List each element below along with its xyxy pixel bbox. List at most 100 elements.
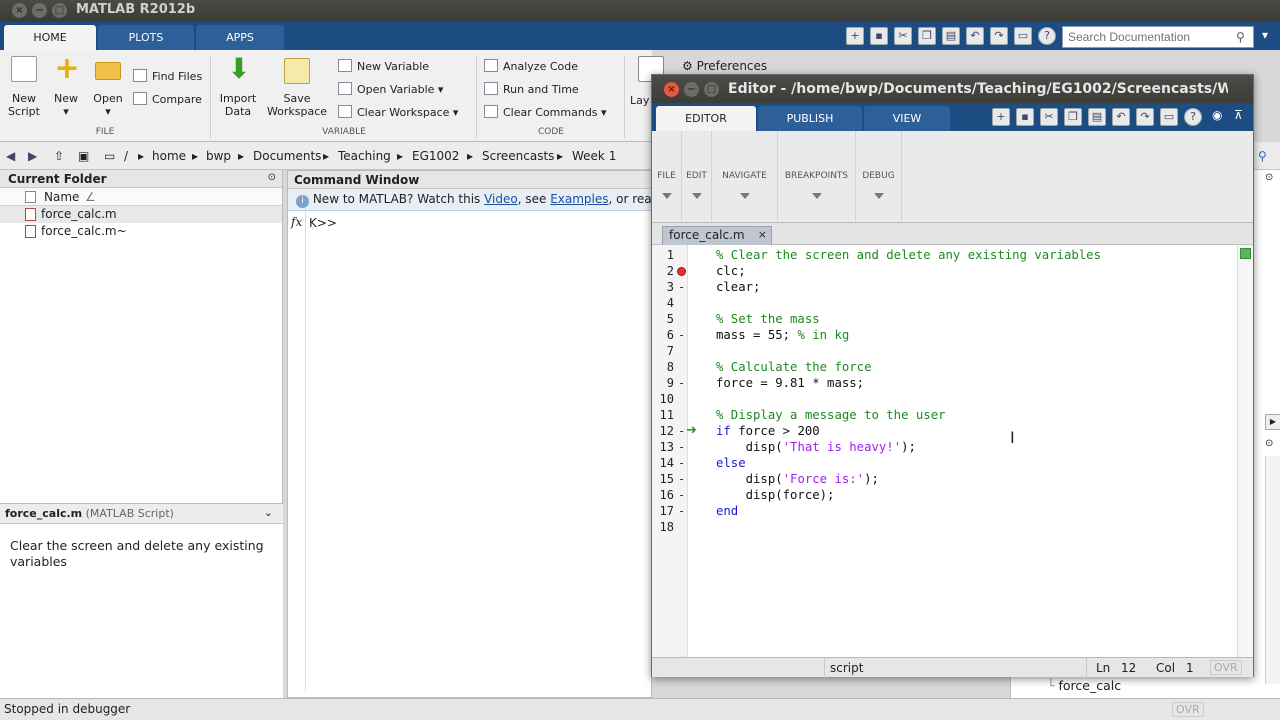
minimize-toolstrip-icon[interactable]: ▾: [1262, 28, 1280, 46]
chevron-down-icon[interactable]: ⌄: [264, 506, 273, 519]
column-header-name[interactable]: Name ∠: [0, 188, 282, 206]
code-line[interactable]: clear;: [716, 280, 760, 294]
executable-line-marker[interactable]: -: [678, 424, 685, 438]
executable-line-marker[interactable]: -: [678, 280, 685, 294]
back-arrow-icon[interactable]: ◀: [6, 149, 15, 163]
new-variable-button[interactable]: New Variable: [338, 59, 429, 73]
file-group-button[interactable]: FILE: [652, 131, 682, 221]
dock-icon[interactable]: ⊼: [1234, 108, 1243, 122]
analyzer-status-icon[interactable]: [1240, 248, 1251, 259]
tab-apps[interactable]: APPS: [196, 25, 284, 50]
breadcrumb-item[interactable]: Documents: [253, 149, 321, 163]
search-documentation-input[interactable]: [1062, 26, 1254, 48]
paste-icon[interactable]: ▤: [1088, 108, 1106, 126]
layout-button[interactable]: Lay: [630, 94, 650, 107]
examples-link[interactable]: Examples: [550, 192, 608, 206]
breadcrumb-item[interactable]: Teaching: [338, 149, 391, 163]
vertical-scrollbar[interactable]: [1265, 456, 1280, 684]
code-line[interactable]: disp(force);: [716, 488, 835, 502]
save-icon[interactable]: ▪: [1016, 108, 1034, 126]
tab-publish[interactable]: PUBLISH: [758, 106, 862, 131]
scroll-right-icon[interactable]: ▶: [1265, 414, 1280, 430]
undo-icon[interactable]: ↶: [1112, 108, 1130, 126]
copy-icon[interactable]: ❐: [918, 27, 936, 45]
forward-arrow-icon[interactable]: ▶: [28, 149, 37, 163]
breadcrumb-item[interactable]: EG1002: [412, 149, 459, 163]
redo-icon[interactable]: ↷: [1136, 108, 1154, 126]
code-line[interactable]: end: [716, 504, 738, 518]
help-icon[interactable]: ?: [1184, 108, 1202, 126]
code-line[interactable]: % Calculate the force: [716, 360, 871, 374]
edit-group-button[interactable]: EDIT: [682, 131, 712, 221]
up-folder-icon[interactable]: ⇧: [54, 149, 64, 163]
document-tab[interactable]: force_calc.m ×: [662, 226, 772, 245]
executable-line-marker[interactable]: -: [678, 328, 685, 342]
code-line[interactable]: disp('That is heavy!');: [716, 440, 916, 454]
list-item[interactable]: force_calc.m: [0, 206, 282, 223]
breakpoints-group-button[interactable]: BREAKPOINTS: [778, 131, 856, 221]
analyze-code-button[interactable]: Analyze Code: [484, 59, 578, 73]
open-variable-button[interactable]: Open Variable ▾: [338, 82, 443, 96]
clear-commands-button[interactable]: Clear Commands ▾: [484, 105, 607, 119]
breadcrumb-item[interactable]: home: [152, 149, 186, 163]
code-line[interactable]: else: [716, 456, 746, 470]
maximize-editor-icon[interactable]: □: [704, 82, 719, 97]
maximize-window-icon[interactable]: □: [52, 3, 67, 18]
debug-group-button[interactable]: DEBUG: [856, 131, 902, 221]
executable-line-marker[interactable]: -: [678, 456, 685, 470]
tab-plots[interactable]: PLOTS: [98, 25, 194, 50]
new-button[interactable]: New ▾: [48, 92, 84, 118]
browse-folder-icon[interactable]: ▣: [78, 149, 89, 163]
new-script-button[interactable]: New Script: [4, 92, 44, 118]
code-line[interactable]: % Display a message to the user: [716, 408, 946, 422]
address-search-icon[interactable]: ⚲: [1258, 149, 1267, 163]
details-header[interactable]: force_calc.m (MATLAB Script) ⌄: [0, 504, 283, 524]
clear-workspace-button[interactable]: Clear Workspace ▾: [338, 105, 458, 119]
executable-line-marker[interactable]: -: [678, 472, 685, 486]
code-line[interactable]: force = 9.81 * mass;: [716, 376, 864, 390]
panel-menu-icon[interactable]: ⊙: [1265, 438, 1273, 449]
cut-icon[interactable]: ✂: [894, 27, 912, 45]
preferences-button[interactable]: ⚙ Preferences: [682, 59, 767, 73]
minimize-editor-icon[interactable]: −: [684, 82, 699, 97]
command-area[interactable]: fx K>>: [288, 211, 651, 711]
close-tab-icon[interactable]: ×: [758, 228, 767, 241]
cut-icon[interactable]: ✂: [1040, 108, 1058, 126]
tab-view[interactable]: VIEW: [864, 106, 950, 131]
editor-title-bar[interactable]: × − □ Editor - /home/bwp/Documents/Teach…: [652, 75, 1253, 103]
close-editor-icon[interactable]: ×: [664, 82, 679, 97]
code-area[interactable]: 1 2 3 4 5 6 7 8 9 10 11 12 13 14 15 16 17 18 % Clear the …: [652, 245, 1237, 657]
workspace-tree-item[interactable]: └ force_calc: [1047, 678, 1121, 693]
open-button[interactable]: Open ▾: [88, 92, 128, 118]
import-data-button[interactable]: Import Data: [216, 92, 260, 118]
options-icon[interactable]: ◉: [1212, 108, 1222, 122]
paste-icon[interactable]: ▤: [942, 27, 960, 45]
breadcrumb-item[interactable]: Week 1: [572, 149, 616, 163]
code-line[interactable]: mass = 55; % in kg: [716, 328, 849, 342]
minimize-window-icon[interactable]: −: [32, 3, 47, 18]
copy-icon[interactable]: ❐: [1064, 108, 1082, 126]
panel-menu-icon[interactable]: ⊙: [268, 172, 276, 183]
executable-line-marker[interactable]: -: [678, 376, 685, 390]
new-icon[interactable]: +: [846, 27, 864, 45]
executable-line-marker[interactable]: -: [678, 488, 685, 502]
video-link[interactable]: Video: [484, 192, 518, 206]
code-line[interactable]: % Clear the screen and delete any existi…: [716, 248, 1101, 262]
code-line[interactable]: clc;: [716, 264, 746, 278]
search-icon[interactable]: ⚲: [1236, 30, 1245, 44]
compare-button[interactable]: Compare: [133, 92, 202, 106]
panel-menu-icon[interactable]: ⊙: [1265, 172, 1273, 183]
tab-editor[interactable]: EDITOR: [656, 106, 756, 131]
list-item[interactable]: force_calc.m~: [0, 223, 282, 240]
new-icon[interactable]: +: [992, 108, 1010, 126]
save-workspace-button[interactable]: Save Workspace: [264, 92, 330, 118]
switch-windows-icon[interactable]: ▭: [1014, 27, 1032, 45]
tab-home[interactable]: HOME: [4, 25, 96, 50]
close-window-icon[interactable]: ×: [12, 3, 27, 18]
code-line[interactable]: if force > 200: [716, 424, 820, 438]
undo-icon[interactable]: ↶: [966, 27, 984, 45]
run-and-time-button[interactable]: Run and Time: [484, 82, 579, 96]
editor-vertical-scrollbar[interactable]: [1237, 245, 1253, 657]
switch-windows-icon[interactable]: ▭: [1160, 108, 1178, 126]
breadcrumb-item[interactable]: bwp: [206, 149, 231, 163]
